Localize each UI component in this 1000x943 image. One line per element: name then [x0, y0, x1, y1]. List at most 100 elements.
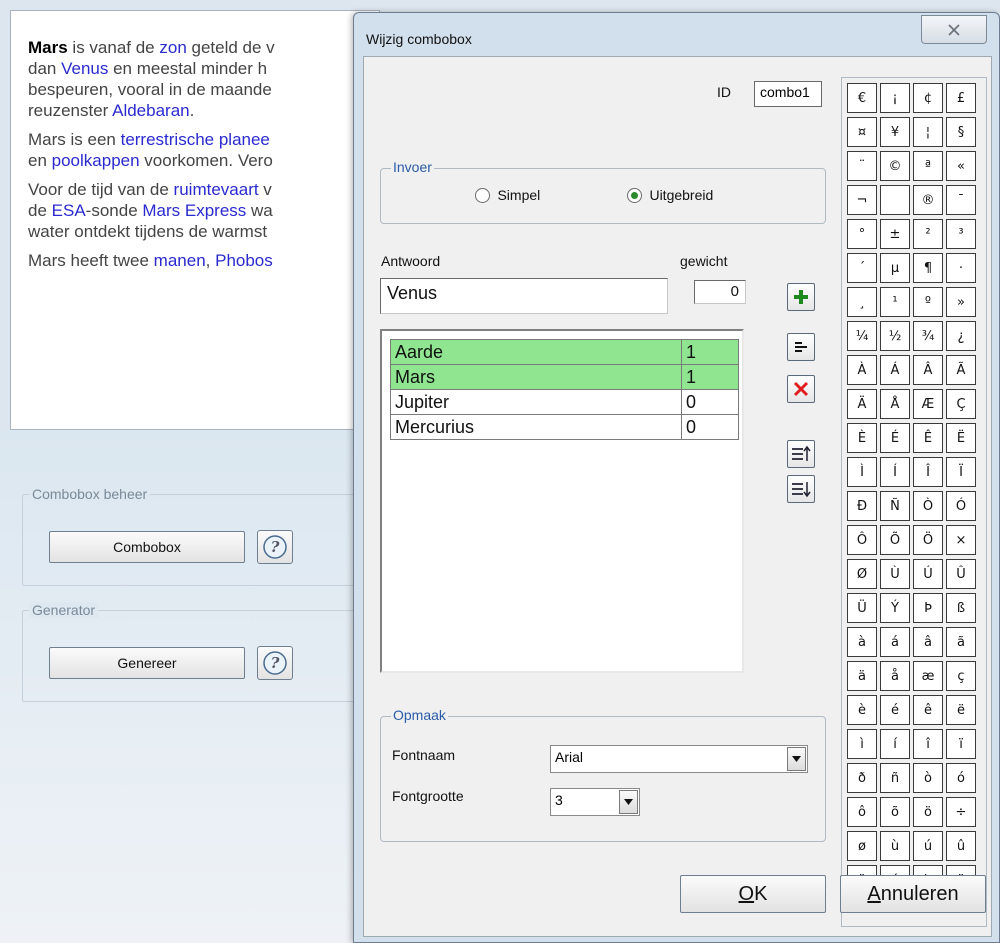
special-char-button[interactable]: É [880, 423, 910, 453]
special-char-button[interactable]: ï [946, 729, 976, 759]
dropdown-button[interactable] [787, 747, 806, 771]
move-down-button[interactable] [787, 475, 815, 503]
link-ruimtevaart[interactable]: ruimtevaart [174, 180, 259, 199]
add-answer-button[interactable] [787, 283, 815, 311]
special-char-button[interactable]: À [847, 355, 877, 385]
special-char-button[interactable]: © [880, 151, 910, 181]
special-char-button[interactable]: ¿ [946, 321, 976, 351]
special-char-button[interactable]: ½ [880, 321, 910, 351]
close-button[interactable] [921, 15, 987, 44]
special-char-button[interactable]: ¡ [880, 83, 910, 113]
cancel-button[interactable]: Annuleren [840, 875, 986, 913]
link-zon[interactable]: zon [159, 38, 186, 57]
move-up-button[interactable] [787, 440, 815, 468]
special-char-button[interactable]: ® [913, 185, 943, 215]
special-char-button[interactable]: é [880, 695, 910, 725]
special-char-button[interactable]: Ù [880, 559, 910, 589]
special-char-button[interactable]: ¥ [880, 117, 910, 147]
id-field[interactable]: combo1 [754, 81, 822, 107]
special-char-button[interactable]: Ô [847, 525, 877, 555]
answer-input[interactable]: Venus [380, 278, 668, 314]
special-char-button[interactable]: ¨ [847, 151, 877, 181]
special-char-button[interactable]: ä [847, 661, 877, 691]
radio-uitgebreid[interactable]: Uitgebreid [627, 187, 713, 205]
special-char-button[interactable]: ´ [847, 253, 877, 283]
edit-answer-button[interactable] [787, 333, 815, 361]
special-char-button[interactable]: º [913, 287, 943, 317]
special-char-button[interactable]: Ì [847, 457, 877, 487]
special-char-button[interactable]: ¾ [913, 321, 943, 351]
special-char-button[interactable]: ñ [880, 763, 910, 793]
special-char-button[interactable]: ç [946, 661, 976, 691]
help-button[interactable]: ? [257, 646, 293, 680]
help-button[interactable]: ? [257, 530, 293, 564]
special-char-button[interactable]: µ [880, 253, 910, 283]
special-char-button[interactable]: Ó [946, 491, 976, 521]
special-char-button[interactable]: Í [880, 457, 910, 487]
genereer-button[interactable]: Genereer [49, 647, 245, 679]
special-char-button[interactable]: è [847, 695, 877, 725]
special-char-button[interactable]: ê [913, 695, 943, 725]
special-char-button[interactable]: Ö [913, 525, 943, 555]
special-char-button[interactable]: ¹ [880, 287, 910, 317]
special-char-button[interactable]: Ç [946, 389, 976, 419]
special-char-button[interactable]: · [946, 253, 976, 283]
special-char-button[interactable]: Î [913, 457, 943, 487]
special-char-button[interactable]: æ [913, 661, 943, 691]
special-char-button[interactable]: ù [880, 831, 910, 861]
special-char-button[interactable]: õ [880, 797, 910, 827]
link-poolkappen[interactable]: poolkappen [52, 151, 140, 170]
table-row[interactable]: Mars 1 [390, 364, 739, 390]
special-char-button[interactable]: ÷ [946, 797, 976, 827]
special-char-button[interactable]: ë [946, 695, 976, 725]
special-char-button[interactable]: Ë [946, 423, 976, 453]
link-terrestrische-planeet[interactable]: terrestrische planee [121, 130, 270, 149]
special-char-button[interactable]: ò [913, 763, 943, 793]
special-char-button[interactable]: Ñ [880, 491, 910, 521]
special-char-button[interactable]: Ø [847, 559, 877, 589]
special-char-button[interactable]: ö [913, 797, 943, 827]
table-row[interactable]: Mercurius 0 [390, 414, 739, 440]
special-char-button[interactable]: Þ [913, 593, 943, 623]
special-char-button[interactable]: â [913, 627, 943, 657]
delete-answer-button[interactable] [787, 375, 815, 403]
special-char-button[interactable]: Ú [913, 559, 943, 589]
special-char-button[interactable]: ð [847, 763, 877, 793]
special-char-button[interactable]: Á [880, 355, 910, 385]
special-char-button[interactable]: Û [946, 559, 976, 589]
special-char-button[interactable]: å [880, 661, 910, 691]
special-char-button[interactable]: ­ [880, 185, 910, 215]
special-char-button[interactable]: î [913, 729, 943, 759]
special-char-button[interactable]: Â [913, 355, 943, 385]
special-char-button[interactable]: Ê [913, 423, 943, 453]
link-phobos[interactable]: Phobos [215, 251, 273, 270]
special-char-button[interactable]: Ï [946, 457, 976, 487]
special-char-button[interactable]: ß [946, 593, 976, 623]
link-aldebaran[interactable]: Aldebaran [112, 101, 190, 120]
special-char-button[interactable]: Æ [913, 389, 943, 419]
special-char-button[interactable]: Õ [880, 525, 910, 555]
link-manen[interactable]: manen [154, 251, 206, 270]
combobox-button[interactable]: Combobox [49, 531, 245, 563]
special-char-button[interactable]: ¦ [913, 117, 943, 147]
special-char-button[interactable]: £ [946, 83, 976, 113]
font-name-select[interactable]: Arial [550, 745, 808, 773]
special-char-button[interactable]: ° [847, 219, 877, 249]
special-char-button[interactable]: È [847, 423, 877, 453]
special-char-button[interactable]: Å [880, 389, 910, 419]
special-char-button[interactable]: ¬ [847, 185, 877, 215]
special-char-button[interactable]: ² [913, 219, 943, 249]
special-char-button[interactable]: û [946, 831, 976, 861]
radio-button[interactable] [475, 188, 490, 204]
special-char-button[interactable]: Ä [847, 389, 877, 419]
dropdown-button[interactable] [619, 790, 638, 814]
table-row[interactable]: Jupiter 0 [390, 389, 739, 415]
weight-input[interactable]: 0 [694, 280, 746, 304]
special-char-button[interactable]: ô [847, 797, 877, 827]
special-char-button[interactable]: ± [880, 219, 910, 249]
special-char-button[interactable]: ¼ [847, 321, 877, 351]
special-char-button[interactable]: ¤ [847, 117, 877, 147]
special-char-button[interactable]: ì [847, 729, 877, 759]
special-char-button[interactable]: € [847, 83, 877, 113]
special-char-button[interactable]: Ý [880, 593, 910, 623]
